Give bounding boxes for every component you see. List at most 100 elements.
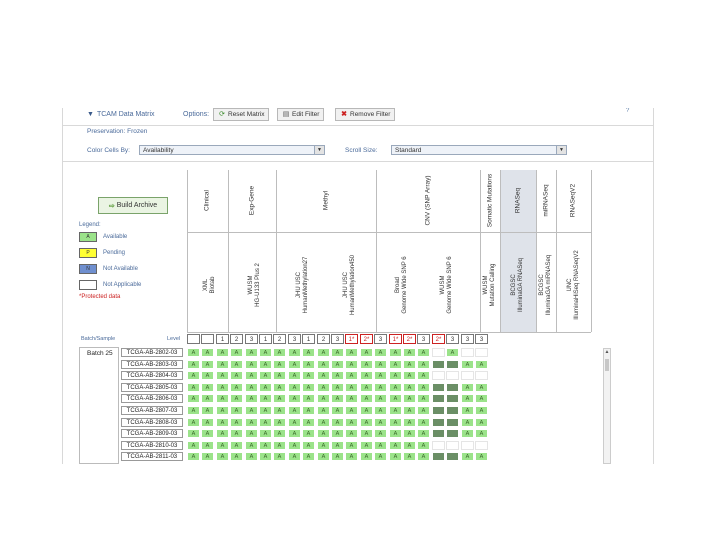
batch-label[interactable]: Batch 25 xyxy=(87,350,113,357)
panel-title[interactable]: ▼ TCAM Data Matrix xyxy=(87,111,155,118)
matrix-cell[interactable]: A xyxy=(288,406,301,415)
matrix-cell[interactable] xyxy=(432,418,445,427)
matrix-cell[interactable]: A xyxy=(273,348,286,357)
help-icon[interactable]: ? xyxy=(626,108,629,114)
matrix-cell[interactable]: A xyxy=(461,383,474,392)
matrix-cell[interactable]: A xyxy=(187,452,200,461)
matrix-cell[interactable]: A xyxy=(374,429,387,438)
matrix-cell[interactable]: A xyxy=(216,418,229,427)
matrix-cell[interactable] xyxy=(446,383,459,392)
matrix-cell[interactable]: A xyxy=(475,394,488,403)
matrix-cell[interactable]: A xyxy=(216,348,229,357)
matrix-cell[interactable]: A xyxy=(475,406,488,415)
matrix-cell[interactable]: A xyxy=(389,406,402,415)
matrix-cell[interactable]: A xyxy=(331,383,344,392)
matrix-cell[interactable]: A xyxy=(417,418,430,427)
matrix-cell[interactable] xyxy=(432,394,445,403)
level-box[interactable] xyxy=(187,334,200,344)
sample-row-label[interactable]: TCGA-AB-2808-03 xyxy=(121,418,183,427)
matrix-cell[interactable]: A xyxy=(216,429,229,438)
matrix-cell[interactable]: A xyxy=(403,371,416,380)
matrix-cell[interactable]: A xyxy=(288,418,301,427)
matrix-cell[interactable]: A xyxy=(331,394,344,403)
matrix-cell[interactable] xyxy=(432,360,445,369)
matrix-cell[interactable]: A xyxy=(302,441,315,450)
matrix-cell[interactable]: A xyxy=(417,348,430,357)
matrix-cell[interactable]: A xyxy=(273,394,286,403)
matrix-cell[interactable]: A xyxy=(201,429,214,438)
matrix-cell[interactable]: A xyxy=(446,348,459,357)
matrix-cell[interactable]: A xyxy=(389,360,402,369)
matrix-cell[interactable]: A xyxy=(230,441,243,450)
scroll-thumb[interactable] xyxy=(605,359,609,371)
matrix-cell[interactable]: A xyxy=(374,371,387,380)
matrix-cell[interactable] xyxy=(432,429,445,438)
matrix-cell[interactable]: A xyxy=(331,406,344,415)
level-box[interactable]: 3 xyxy=(288,334,301,344)
matrix-cell[interactable]: A xyxy=(403,394,416,403)
matrix-cell[interactable] xyxy=(446,394,459,403)
matrix-cell[interactable]: A xyxy=(461,429,474,438)
sample-row-label[interactable]: TCGA-AB-2802-03 xyxy=(121,348,183,357)
matrix-cell[interactable]: A xyxy=(360,394,373,403)
matrix-cell[interactable]: A xyxy=(302,452,315,461)
matrix-cell[interactable]: A xyxy=(317,429,330,438)
matrix-cell[interactable]: A xyxy=(230,360,243,369)
matrix-cell[interactable]: A xyxy=(230,406,243,415)
matrix-cell[interactable]: A xyxy=(461,394,474,403)
matrix-cell[interactable]: A xyxy=(288,441,301,450)
collapse-arrow-icon[interactable]: ▼ xyxy=(87,111,94,118)
level-box[interactable]: 3 xyxy=(461,334,474,344)
matrix-cell[interactable]: A xyxy=(187,441,200,450)
matrix-cell[interactable]: A xyxy=(245,452,258,461)
level-box[interactable]: 2 xyxy=(230,334,243,344)
matrix-cell[interactable]: A xyxy=(331,429,344,438)
sample-row-label[interactable]: TCGA-AB-2807-03 xyxy=(121,406,183,415)
matrix-cell[interactable]: A xyxy=(245,383,258,392)
matrix-cell[interactable]: A xyxy=(345,441,358,450)
matrix-cell[interactable]: A xyxy=(475,452,488,461)
matrix-cell[interactable]: A xyxy=(216,394,229,403)
matrix-cell[interactable]: A xyxy=(331,418,344,427)
matrix-cell[interactable]: A xyxy=(302,429,315,438)
matrix-cell[interactable]: A xyxy=(317,348,330,357)
matrix-cell[interactable]: A xyxy=(273,383,286,392)
matrix-cell[interactable]: A xyxy=(403,383,416,392)
matrix-cell[interactable]: A xyxy=(201,406,214,415)
matrix-cell[interactable]: A xyxy=(201,418,214,427)
sample-row-label[interactable]: TCGA-AB-2805-03 xyxy=(121,383,183,392)
level-box[interactable]: 1* xyxy=(345,334,358,344)
matrix-cell[interactable]: A xyxy=(389,371,402,380)
matrix-cell[interactable]: A xyxy=(302,406,315,415)
matrix-cell[interactable]: A xyxy=(374,406,387,415)
matrix-cell[interactable]: A xyxy=(345,418,358,427)
matrix-cell[interactable]: A xyxy=(201,441,214,450)
sample-row-label[interactable]: TCGA-AB-2811-03 xyxy=(121,452,183,461)
level-box[interactable]: 3 xyxy=(417,334,430,344)
matrix-cell[interactable]: A xyxy=(288,429,301,438)
matrix-cell[interactable]: A xyxy=(216,441,229,450)
matrix-cell[interactable]: A xyxy=(187,429,200,438)
matrix-cell[interactable]: A xyxy=(216,360,229,369)
matrix-cell[interactable]: A xyxy=(389,418,402,427)
matrix-cell[interactable]: A xyxy=(288,383,301,392)
matrix-cell[interactable]: A xyxy=(230,429,243,438)
matrix-cell[interactable] xyxy=(446,429,459,438)
matrix-cell[interactable]: A xyxy=(389,348,402,357)
matrix-cell[interactable]: A xyxy=(216,371,229,380)
matrix-cell[interactable]: A xyxy=(288,452,301,461)
matrix-cell[interactable]: A xyxy=(317,394,330,403)
sample-row-label[interactable]: TCGA-AB-2803-03 xyxy=(121,360,183,369)
matrix-cell[interactable]: A xyxy=(302,348,315,357)
matrix-cell[interactable]: A xyxy=(461,418,474,427)
matrix-cell[interactable]: A xyxy=(216,383,229,392)
color-by-select[interactable]: Availability ▼ xyxy=(139,145,325,155)
matrix-cell[interactable]: A xyxy=(302,383,315,392)
matrix-cell[interactable]: A xyxy=(403,429,416,438)
scroll-size-select[interactable]: Standard ▼ xyxy=(391,145,567,155)
matrix-cell[interactable]: A xyxy=(360,360,373,369)
matrix-cell[interactable]: A xyxy=(331,360,344,369)
level-box[interactable]: 1 xyxy=(302,334,315,344)
matrix-cell[interactable] xyxy=(432,452,445,461)
matrix-cell[interactable]: A xyxy=(230,452,243,461)
